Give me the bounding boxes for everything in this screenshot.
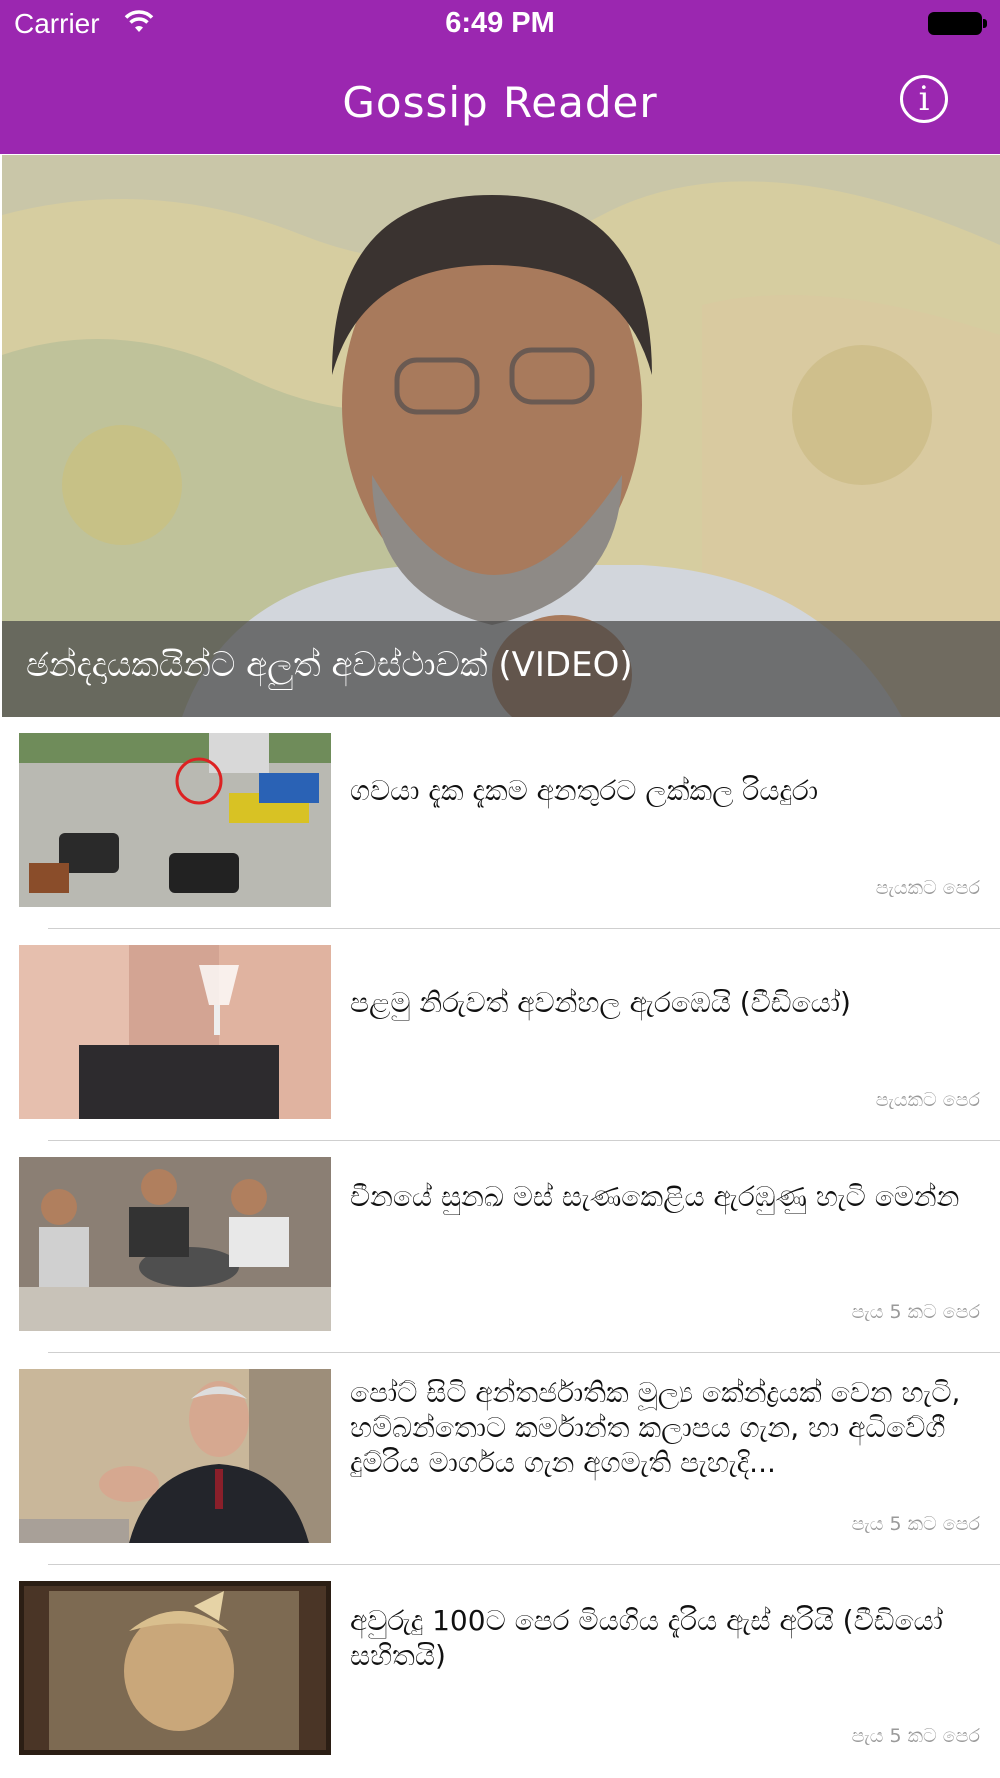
article-title: චීනයේ සුනඛ මස් සැණකෙළිය ඇරඹුණු හැටි මෙන්…: [350, 1180, 960, 1213]
article-time: පැයකට පෙර: [875, 877, 980, 899]
article-thumbnail: [19, 1157, 331, 1331]
article-title: පෝට් සිටි අන්තර්ජාතික මූල්‍ය කේන්ද්‍රයක්…: [350, 1376, 961, 1479]
list-item[interactable]: ගවයා දැක දැකම අනතුරට ලක්කල රියදුරා පැයකට…: [0, 717, 1000, 929]
article-time: පැය 5 කට පෙර: [851, 1513, 980, 1535]
info-button[interactable]: i: [900, 75, 948, 123]
featured-caption: ඡන්දදායකයින්ට අලුත් අවස්ථාවක් (VIDEO): [2, 621, 1000, 717]
battery-icon: [928, 12, 982, 35]
list-item[interactable]: අවුරුදු 100ට පෙර මියගිය දැරිය ඇස් අරියි …: [0, 1565, 1000, 1777]
article-time: පැයකට පෙර: [875, 1089, 980, 1111]
article-time: පැය 5 කට පෙර: [851, 1301, 980, 1323]
article-thumbnail: [19, 945, 331, 1119]
article-thumbnail: [19, 1581, 331, 1755]
status-bar: Carrier 6:49 PM: [0, 0, 1000, 50]
navigation-bar: Carrier 6:49 PM Gossip Reader i: [0, 0, 1000, 154]
featured-title: ඡන්දදායකයින්ට අලුත් අවස්ථාවක් (VIDEO): [26, 645, 633, 685]
list-item[interactable]: චීනයේ සුනඛ මස් සැණකෙළිය ඇරඹුණු හැටි මෙන්…: [0, 1141, 1000, 1353]
list-item[interactable]: පළමු නිරුවත් අවන්හල ඇරඹෙයි (වීඩියෝ) පැයක…: [0, 929, 1000, 1141]
status-time: 6:49 PM: [445, 7, 555, 39]
app-title: Gossip Reader: [342, 78, 658, 127]
info-icon: i: [918, 79, 930, 119]
article-thumbnail: [19, 1369, 331, 1543]
article-time: පැය 5 කට පෙර: [851, 1725, 980, 1747]
battery-tip: [983, 19, 987, 28]
article-title: පළමු නිරුවත් අවන්හල ඇරඹෙයි (වීඩියෝ): [350, 986, 851, 1019]
article-thumbnail: [19, 733, 331, 907]
article-title: අවුරුදු 100ට පෙර මියගිය දැරිය ඇස් අරියි …: [350, 1604, 943, 1672]
list-item[interactable]: පෝට් සිටි අන්තර්ජාතික මූල්‍ය කේන්ද්‍රයක්…: [0, 1353, 1000, 1565]
featured-article[interactable]: ඡන්දදායකයින්ට අලුත් අවස්ථාවක් (VIDEO): [2, 155, 1000, 717]
article-title: ගවයා දැක දැකම අනතුරට ලක්කල රියදුරා: [350, 774, 819, 807]
